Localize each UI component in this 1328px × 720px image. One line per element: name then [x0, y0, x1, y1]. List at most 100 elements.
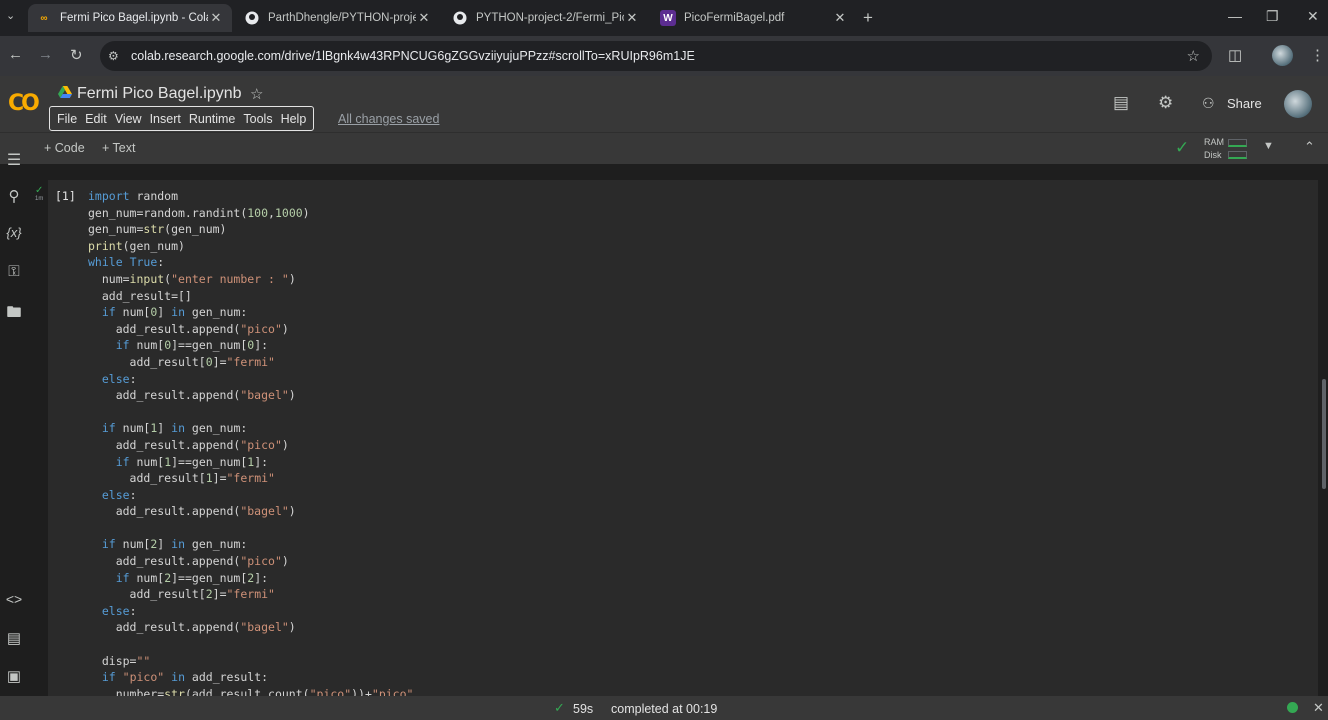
tab-github-2[interactable]: PYTHON-project-2/Fermi_Pico_ ✕: [444, 4, 648, 32]
execution-duration: 59s: [573, 702, 594, 716]
menu-help[interactable]: Help: [277, 112, 311, 126]
add-text-button[interactable]: + Text: [102, 141, 135, 155]
collapse-up-icon[interactable]: ⌃: [1304, 139, 1315, 155]
close-icon[interactable]: ✕: [208, 10, 224, 26]
site-info-icon[interactable]: ⚙: [108, 49, 119, 63]
code-line: add_result.append("pico"): [88, 437, 289, 452]
settings-gear-icon[interactable]: ⚙: [1158, 93, 1173, 113]
disk-label: Disk: [1204, 150, 1222, 160]
google-drive-icon: [58, 86, 72, 98]
code-line: add_result[2]="fermi": [88, 587, 275, 602]
url-text: colab.research.google.com/drive/1lBgnk4w…: [131, 49, 695, 63]
tab-colab[interactable]: ∞ Fermi Pico Bagel.ipynb - Colab ✕: [28, 4, 232, 32]
star-icon[interactable]: ☆: [250, 85, 263, 103]
code-line: if num[0] in gen_num:: [101, 305, 248, 320]
add-code-button[interactable]: + Code: [44, 141, 85, 155]
notebook-title[interactable]: Fermi Pico Bagel.ipynb: [77, 85, 242, 103]
code-line: num=input("enter number : "): [88, 271, 296, 286]
menu-view[interactable]: View: [111, 112, 146, 126]
tab-title: PYTHON-project-2/Fermi_Pico_: [476, 12, 624, 24]
code-line: add_result.append("bagel"): [88, 504, 296, 519]
tab-pdf[interactable]: W PicoFermiBagel.pdf ✕: [652, 4, 856, 32]
address-bar[interactable]: ⚙ colab.research.google.com/drive/1lBgnk…: [100, 41, 1212, 71]
github-icon: [244, 10, 260, 26]
run-status[interactable]: ✓ 1m: [35, 186, 43, 204]
ram-meter: [1228, 139, 1247, 147]
code-line: disp="": [88, 653, 151, 668]
tab-search-chevron-icon[interactable]: ⌄: [6, 9, 20, 27]
code-line: gen_num=random.randint(100,1000): [88, 205, 310, 220]
new-tab-icon[interactable]: +: [863, 8, 873, 28]
terminal-icon[interactable]: ▣: [4, 667, 24, 685]
code-line: if "pico" in add_result:: [101, 670, 269, 685]
menu-bar: File Edit View Insert Runtime Tools Help: [49, 106, 315, 131]
menu-runtime[interactable]: Runtime: [185, 112, 240, 126]
tab-title: PicoFermiBagel.pdf: [684, 12, 785, 24]
menu-tools[interactable]: Tools: [239, 112, 276, 126]
code-cell[interactable]: ✓ 1m [1] import random gen_num=random.rand…: [35, 180, 1318, 696]
colab-header: CO Fermi Pico Bagel.ipynb ☆ File Edit Vi…: [0, 76, 1328, 132]
ram-label: RAM: [1204, 137, 1224, 147]
code-line: add_result.append("pico"): [88, 554, 289, 569]
bookmark-star-icon[interactable]: ☆: [1187, 47, 1200, 65]
chevron-down-icon[interactable]: ▼: [1263, 140, 1274, 152]
code-line: add_result.append("bagel"): [88, 388, 296, 403]
code-editor[interactable]: import random gen_num=random.randint(100,…: [88, 188, 413, 696]
code-line: while True:: [88, 255, 165, 270]
folder-icon[interactable]: 🖿: [4, 302, 24, 327]
code-snippets-icon[interactable]: <>: [4, 591, 24, 607]
code-line: import random: [88, 189, 179, 203]
connected-check-icon: ✓: [1175, 138, 1190, 157]
command-palette-icon[interactable]: ▤: [4, 629, 24, 647]
code-line: else:: [101, 487, 137, 502]
menu-insert[interactable]: Insert: [146, 112, 185, 126]
menu-file[interactable]: File: [53, 112, 81, 126]
code-line: if num[1]==gen_num[1]:: [115, 454, 269, 469]
key-icon[interactable]: ⚿: [4, 263, 24, 280]
success-check-icon: ✓: [554, 700, 565, 715]
completion-time[interactable]: completed at 00:19: [611, 702, 717, 716]
forward-icon[interactable]: →: [38, 46, 53, 63]
save-status[interactable]: All changes saved: [338, 112, 439, 126]
colab-icon: ∞: [40, 12, 48, 24]
extensions-icon[interactable]: ◫: [1228, 46, 1242, 64]
code-line: add_result=[]: [88, 288, 192, 303]
search-icon[interactable]: ⚲: [4, 187, 24, 205]
left-sidebar: ☰ ⚲ {x} ⚿ 🖿 <> ▤ ▣: [0, 152, 28, 696]
code-line: if num[2] in gen_num:: [101, 537, 248, 552]
table-of-contents-icon[interactable]: ☰: [4, 150, 24, 170]
variables-icon[interactable]: {x}: [4, 225, 24, 240]
restore-icon[interactable]: ❐: [1266, 8, 1279, 25]
code-line: add_result.append("pico"): [88, 321, 289, 336]
minimize-icon[interactable]: —: [1228, 8, 1242, 24]
tab-title: ParthDhengle/PYTHON-project: [268, 12, 416, 24]
window-close-icon[interactable]: ✕: [1307, 8, 1319, 25]
scrollbar[interactable]: [1322, 379, 1326, 489]
comments-icon[interactable]: ▤: [1113, 93, 1129, 113]
code-line: else:: [101, 603, 137, 618]
browser-menu-icon[interactable]: ⋮: [1310, 46, 1325, 64]
back-icon[interactable]: ←: [8, 46, 23, 63]
colab-logo[interactable]: CO: [8, 91, 40, 116]
browser-tabstrip: ⌄ ∞ Fermi Pico Bagel.ipynb - Colab ✕ Par…: [0, 0, 1328, 36]
menu-edit[interactable]: Edit: [81, 112, 111, 126]
close-icon[interactable]: ✕: [416, 10, 432, 26]
code-line: gen_num=str(gen_num): [88, 222, 227, 237]
w-icon: W: [660, 10, 676, 26]
notebook-toolbar: + Code + Text ✓ RAM Disk ▼ ⌃: [0, 132, 1328, 164]
code-line: add_result[1]="fermi": [88, 471, 275, 486]
notebook-main: ✓ 1m [1] import random gen_num=random.rand…: [28, 164, 1328, 696]
profile-avatar[interactable]: [1272, 45, 1293, 66]
people-icon: ⚇: [1202, 95, 1215, 111]
share-button[interactable]: Share: [1227, 96, 1262, 111]
reload-icon[interactable]: ↻: [70, 46, 83, 64]
tab-github-1[interactable]: ParthDhengle/PYTHON-project ✕: [236, 4, 440, 32]
disk-meter: [1228, 151, 1247, 159]
close-icon[interactable]: ✕: [1313, 700, 1324, 716]
close-icon[interactable]: ✕: [624, 10, 640, 26]
tab-title: Fermi Pico Bagel.ipynb - Colab: [60, 12, 208, 24]
account-avatar[interactable]: [1284, 90, 1312, 118]
close-icon[interactable]: ✕: [832, 10, 848, 26]
resource-labels[interactable]: RAM Disk: [1204, 136, 1224, 162]
